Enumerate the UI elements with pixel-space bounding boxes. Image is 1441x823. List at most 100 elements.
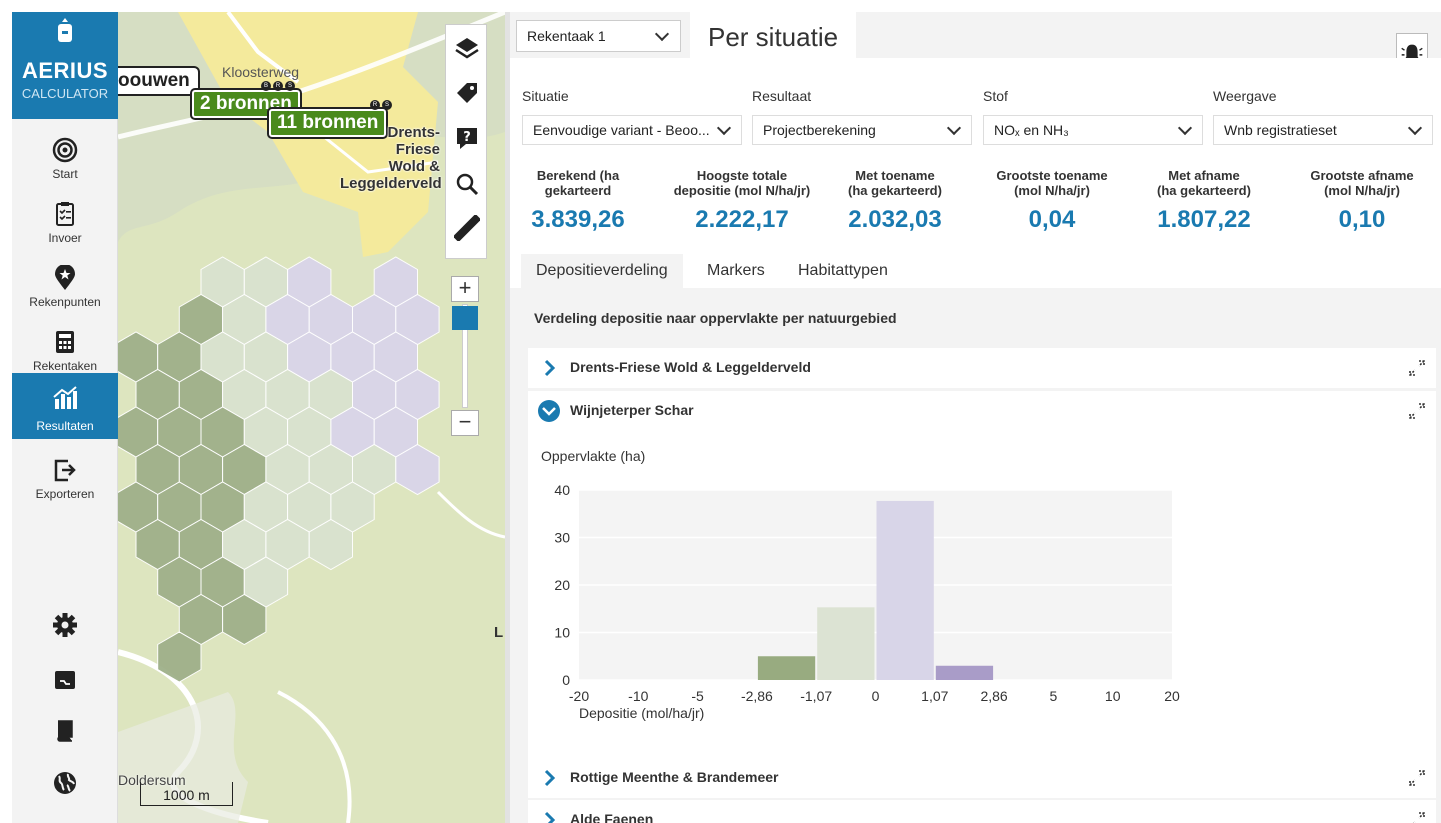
stat-berekend: Berekend (ha gekarteerd 3.839,26 bbox=[510, 168, 658, 234]
chevron-down-icon bbox=[654, 26, 670, 42]
weergave-select-value: Wnb registratieset bbox=[1224, 122, 1337, 138]
aerius-logo-icon bbox=[58, 18, 72, 42]
stat-value: 0,10 bbox=[1338, 206, 1386, 233]
deposition-histogram: 0 10 20 30 40 -20 -10 -5 -2,86 -1,07 0 1,07 2,86 5 10… bbox=[554, 482, 1180, 721]
logo[interactable]: AERIUS CALCULATOR bbox=[12, 12, 118, 119]
tag-icon[interactable] bbox=[454, 80, 480, 106]
x-tick-label: -20 bbox=[569, 688, 589, 704]
nav-item-invoer[interactable]: Invoer bbox=[12, 193, 118, 255]
logo-subtitle: CALCULATOR bbox=[21, 86, 109, 101]
terminal-icon[interactable] bbox=[52, 667, 78, 693]
x-tick-label: -2,86 bbox=[741, 688, 773, 704]
chevron-down-circle-icon[interactable] bbox=[538, 400, 560, 422]
stat-header: Hoogste totale depositie (mol N/ha/jr) bbox=[673, 168, 811, 198]
histogram-bar[interactable] bbox=[757, 656, 816, 680]
histogram-bar[interactable] bbox=[876, 500, 934, 680]
nav-item-resultaten[interactable]: Resultaten bbox=[12, 373, 118, 439]
situatie-select[interactable]: Eenvoudige variant - Beoo... bbox=[522, 115, 742, 145]
map-toolbar: ? bbox=[445, 24, 487, 259]
expand-icon[interactable] bbox=[1408, 359, 1426, 377]
area-name: Rottige Meenthe & Brandemeer bbox=[570, 769, 779, 785]
ruler-icon[interactable] bbox=[454, 215, 480, 241]
stat-value: 3.839,26 bbox=[531, 206, 625, 233]
zoom-in-button[interactable]: + bbox=[451, 276, 479, 302]
field-label-situatie: Situatie bbox=[522, 88, 569, 104]
resultaat-select[interactable]: Projectberekening bbox=[752, 115, 972, 145]
stat-header: Met toename (ha gekarteerd) bbox=[848, 168, 942, 198]
x-tick-label: -10 bbox=[628, 688, 648, 704]
x-tick-label: -5 bbox=[691, 688, 704, 704]
area-row-alde-faenen[interactable]: Alde Faenen bbox=[528, 800, 1436, 823]
chevron-right-icon[interactable] bbox=[538, 357, 560, 379]
nav-label-resultaten: Resultaten bbox=[36, 419, 94, 433]
stof-select[interactable]: NOₓ en NH₃ bbox=[983, 115, 1203, 145]
expand-icon[interactable] bbox=[1408, 811, 1426, 823]
area-name: Drents-Friese Wold & Leggelderveld bbox=[570, 359, 811, 375]
map-pin-star-icon bbox=[55, 265, 75, 290]
source-label-partial[interactable]: oouwen bbox=[118, 68, 198, 94]
sidebar-nav: AERIUS CALCULATOR Start Invoer Rekenpunt… bbox=[12, 12, 118, 823]
stat-met-afname: Met afname (ha gekarteerd) 1.807,22 bbox=[1124, 168, 1284, 234]
clipboard-icon bbox=[56, 202, 74, 226]
layers-icon[interactable] bbox=[454, 35, 480, 61]
y-tick-label: 10 bbox=[554, 625, 570, 641]
results-panel: Rekentaak 1 Per situatie Situatie Eenvou… bbox=[510, 12, 1441, 823]
chart-y-axis-label: Oppervlakte (ha) bbox=[541, 448, 646, 464]
chevron-right-icon[interactable] bbox=[538, 809, 560, 823]
stat-value: 2.222,17 bbox=[695, 206, 789, 233]
stat-met-toename: Met toename (ha gekarteerd) 2.032,03 bbox=[815, 168, 975, 234]
nav-label-exporteren: Exporteren bbox=[35, 487, 95, 501]
x-tick-label: 2,86 bbox=[980, 688, 1007, 704]
results-chart-icon bbox=[53, 386, 77, 409]
tab-depositieverdeling[interactable]: Depositieverdeling bbox=[521, 254, 683, 288]
expand-icon[interactable] bbox=[1408, 769, 1426, 787]
scale-bar: 1000 m bbox=[140, 782, 233, 806]
area-row-drents-friese-wold[interactable]: Drents-Friese Wold & Leggelderveld bbox=[528, 348, 1436, 388]
x-tick-label: 1,07 bbox=[921, 688, 948, 704]
stat-header: Met afname (ha gekarteerd) bbox=[1157, 168, 1251, 198]
globe-icon[interactable] bbox=[52, 770, 78, 796]
x-tick-label: 5 bbox=[1050, 688, 1058, 704]
badge-b: B bbox=[261, 81, 271, 91]
help-icon[interactable]: ? bbox=[454, 125, 480, 151]
calculator-icon bbox=[56, 331, 74, 353]
area-row-wijnjeterper-schar[interactable]: Wijnjeterper Schar bbox=[528, 391, 1436, 431]
calculation-job-select[interactable]: Rekentaak 1 bbox=[516, 20, 681, 52]
nav-label-rekenpunten: Rekenpunten bbox=[29, 295, 101, 309]
situatie-select-value: Eenvoudige variant - Beoo... bbox=[533, 122, 710, 138]
nav-label-invoer: Invoer bbox=[48, 231, 82, 245]
page-title: Per situatie bbox=[690, 12, 856, 58]
gear-icon[interactable] bbox=[52, 612, 78, 638]
area-name: Alde Faenen bbox=[570, 811, 654, 823]
export-icon bbox=[54, 459, 76, 482]
tab-habitattypen[interactable]: Habitattypen bbox=[783, 254, 903, 288]
deposition-chart-panel: Oppervlakte (ha) 0 10 20 30 40 -20 -10 -5 -2,86… bbox=[528, 430, 1436, 760]
tab-markers[interactable]: Markers bbox=[692, 254, 780, 288]
zoom-out-button[interactable]: − bbox=[451, 410, 479, 436]
histogram-bar[interactable] bbox=[817, 607, 875, 680]
zoom-slider-handle[interactable] bbox=[452, 306, 478, 330]
nav-label-start: Start bbox=[52, 167, 78, 181]
calculation-job-select-value: Rekentaak 1 bbox=[527, 28, 606, 44]
nav-item-start[interactable]: Start bbox=[12, 129, 118, 191]
x-tick-label: 10 bbox=[1105, 688, 1121, 704]
nav-item-exporteren[interactable]: Exporteren bbox=[12, 449, 118, 511]
place-label-kloosterweg: Kloosterweg bbox=[222, 64, 300, 80]
stat-header: Berekend (ha gekarteerd bbox=[536, 168, 620, 198]
y-tick-label: 30 bbox=[554, 530, 570, 546]
nav-item-rekenpunten[interactable]: Rekenpunten bbox=[12, 257, 118, 319]
badge-s: S bbox=[285, 81, 295, 91]
target-icon bbox=[52, 137, 78, 163]
map-view[interactable]: oouwen 2 bronnen B R S 11 bronnen R S Kl… bbox=[118, 12, 505, 823]
histogram-bar[interactable] bbox=[935, 665, 994, 680]
stat-value: 2.032,03 bbox=[848, 206, 942, 233]
weergave-select[interactable]: Wnb registratieset bbox=[1213, 115, 1433, 145]
expand-icon[interactable] bbox=[1408, 402, 1426, 420]
chevron-right-icon[interactable] bbox=[538, 767, 560, 789]
chart-x-axis-label: Depositie (mol/ha/jr) bbox=[579, 705, 704, 721]
area-row-rottige-meenthe[interactable]: Rottige Meenthe & Brandemeer bbox=[528, 758, 1436, 798]
area-name: Wijnjeterper Schar bbox=[570, 402, 694, 418]
book-icon[interactable] bbox=[52, 717, 78, 743]
stat-hoogste-totale-depositie: Hoogste totale depositie (mol N/ha/jr) 2… bbox=[662, 168, 822, 234]
search-icon[interactable] bbox=[454, 171, 480, 197]
